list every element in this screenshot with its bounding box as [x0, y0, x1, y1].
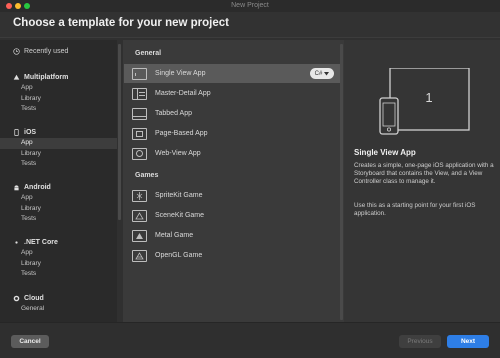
- template-opengl-game[interactable]: OpenGL Game: [124, 246, 343, 265]
- chevron-down-icon: [324, 71, 330, 75]
- android-icon: [14, 184, 19, 190]
- new-project-window: New Project Choose a template for your n…: [0, 0, 500, 358]
- tabbed-template-icon: [132, 107, 147, 120]
- language-selector[interactable]: C#: [310, 68, 334, 79]
- sidebar-item-app[interactable]: App: [0, 248, 117, 259]
- template-tabbed-app[interactable]: Tabbed App: [124, 104, 343, 123]
- sidebar-group-label: iOS: [24, 128, 37, 136]
- template-label: Single View App: [155, 70, 206, 77]
- sidebar-item-tests[interactable]: Tests: [0, 269, 117, 280]
- sidebar-group-header[interactable]: iOS: [0, 126, 117, 138]
- sidebar-group-header[interactable]: Multiplatform: [0, 71, 117, 83]
- template-spritekit-game[interactable]: SpriteKit Game: [124, 186, 343, 205]
- sidebar-item-tests[interactable]: Tests: [0, 214, 117, 225]
- cancel-button[interactable]: Cancel: [11, 335, 49, 348]
- template-web-view-app[interactable]: Web-View App: [124, 144, 343, 163]
- dialog-header: Choose a template for your new project: [0, 12, 500, 38]
- dialog-footer: Cancel Previous Next: [0, 322, 500, 358]
- sidebar-group-android: Android App Library Tests: [0, 181, 117, 225]
- template-label: Metal Game: [155, 232, 194, 239]
- sidebar-item-library[interactable]: Library: [0, 94, 117, 105]
- template-label: OpenGL Game: [155, 252, 203, 259]
- dotnet-icon: [15, 240, 18, 244]
- sidebar-group-ios: iOS App Library Tests: [0, 126, 117, 170]
- page-title: Choose a template for your new project: [13, 17, 229, 29]
- template-label: Master-Detail App: [155, 90, 211, 97]
- sidebar-group-header[interactable]: Cloud: [0, 292, 117, 304]
- sidebar-item-library[interactable]: Library: [0, 204, 117, 215]
- sidebar-item-general[interactable]: General: [0, 304, 117, 315]
- template-label: Tabbed App: [155, 110, 192, 117]
- sidebar-group-header[interactable]: .NET Core: [0, 236, 117, 248]
- next-button[interactable]: Next: [447, 335, 489, 348]
- ios-icon: [14, 128, 19, 136]
- template-detail-pane: 1 Single View App Creates a simple, one-…: [344, 40, 500, 322]
- sidebar-item-tests[interactable]: Tests: [0, 104, 117, 115]
- language-value: C#: [314, 70, 323, 77]
- previous-button[interactable]: Previous: [399, 335, 441, 348]
- scenekit-template-icon: [132, 209, 147, 222]
- sidebar-item-app[interactable]: App: [0, 138, 117, 149]
- sidebar-group-dotnet-core: .NET Core App Library Tests: [0, 236, 117, 280]
- recently-used-item[interactable]: Recently used: [13, 48, 68, 55]
- sidebar-item-app[interactable]: App: [0, 193, 117, 204]
- template-hint: Use this as a starting point for your fi…: [354, 202, 476, 217]
- section-header-general: General: [135, 50, 162, 57]
- metal-template-icon: [132, 229, 147, 242]
- template-metal-game[interactable]: Metal Game: [124, 226, 343, 245]
- sidebar-group-multiplatform: Multiplatform App Library Tests: [0, 71, 117, 115]
- sidebar-scrollbar[interactable]: [118, 44, 121, 220]
- opengl-template-icon: [132, 249, 147, 262]
- template-scenekit-game[interactable]: SceneKit Game: [124, 206, 343, 225]
- sidebar-item-library[interactable]: Library: [0, 259, 117, 270]
- template-label: Page-Based App: [155, 130, 208, 137]
- recently-used-label: Recently used: [24, 48, 69, 55]
- category-sidebar: Recently used Multiplatform App Library …: [0, 40, 117, 322]
- sidebar-item-library[interactable]: Library: [0, 149, 117, 160]
- template-label: SpriteKit Game: [155, 192, 203, 199]
- web-view-template-icon: [132, 147, 147, 160]
- sidebar-group-header[interactable]: Android: [0, 181, 117, 193]
- template-label: Web-View App: [155, 150, 201, 157]
- clock-icon: [13, 48, 20, 55]
- sidebar-group-label: .NET Core: [24, 238, 58, 246]
- template-description: Creates a simple, one-page iOS applicati…: [354, 162, 494, 185]
- template-preview-image: 1: [379, 68, 470, 135]
- cloud-icon: [13, 295, 20, 301]
- title-bar: New Project: [0, 0, 500, 12]
- template-title: Single View App: [354, 148, 416, 157]
- sidebar-item-tests[interactable]: Tests: [0, 159, 117, 170]
- sidebar-group-label: Multiplatform: [24, 73, 69, 81]
- template-list: General Single View App C# Master-Detail…: [123, 40, 344, 322]
- spritekit-template-icon: [132, 189, 147, 202]
- template-page-based-app[interactable]: Page-Based App: [124, 124, 343, 143]
- sidebar-group-label: Android: [24, 183, 51, 191]
- multiplatform-icon: [13, 74, 20, 80]
- sidebar-item-app[interactable]: App: [0, 83, 117, 94]
- sidebar-group-label: Cloud: [24, 294, 44, 302]
- master-detail-template-icon: [132, 87, 147, 100]
- template-single-view-app[interactable]: Single View App C#: [124, 64, 343, 83]
- sidebar-group-cloud: Cloud General: [0, 292, 117, 315]
- preview-number: 1: [425, 90, 432, 105]
- template-master-detail-app[interactable]: Master-Detail App: [124, 84, 343, 103]
- section-header-games: Games: [135, 172, 159, 179]
- page-based-template-icon: [132, 127, 147, 140]
- template-list-scrollbar[interactable]: [340, 44, 343, 320]
- window-title: New Project: [231, 2, 269, 9]
- single-view-template-icon: [132, 67, 147, 80]
- template-label: SceneKit Game: [155, 212, 205, 219]
